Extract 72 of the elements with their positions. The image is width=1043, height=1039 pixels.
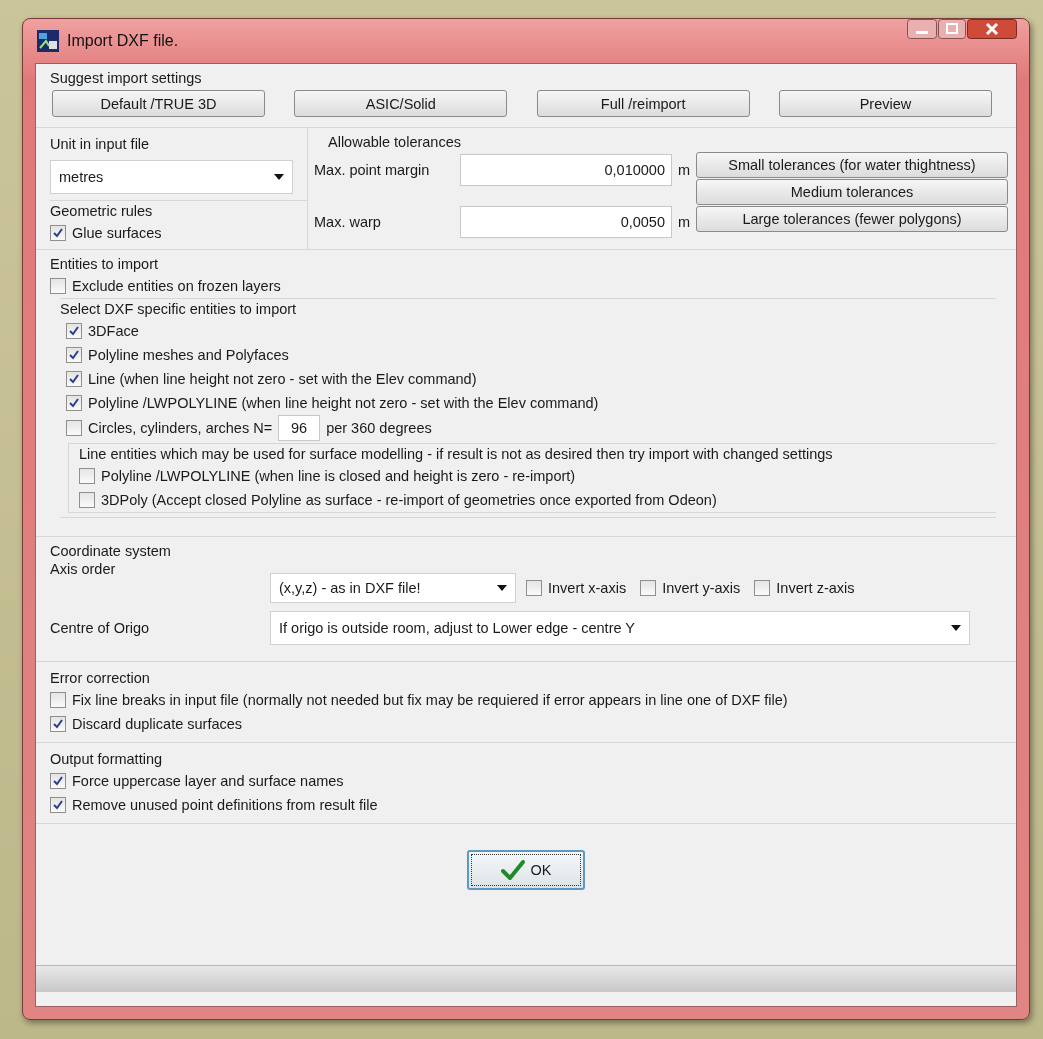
preset-button[interactable]: Preview bbox=[779, 90, 992, 117]
maximize-button[interactable] bbox=[938, 19, 966, 39]
field-label: Max. point margin bbox=[314, 162, 431, 178]
axis-order-dropdown[interactable]: (x,y,z) - as in DXF file! bbox=[270, 573, 516, 603]
field-label: Max. warp bbox=[314, 214, 382, 230]
section-label: Coordinate system bbox=[50, 542, 172, 561]
checkbox[interactable] bbox=[50, 773, 66, 789]
close-button[interactable] bbox=[967, 19, 1017, 39]
unit-dropdown[interactable]: metres bbox=[50, 160, 293, 194]
checkbox-label[interactable]: Invert y-axis bbox=[662, 576, 741, 600]
dropdown-arrow-icon bbox=[497, 585, 507, 591]
checkbox[interactable] bbox=[50, 692, 66, 708]
app-icon bbox=[37, 30, 59, 52]
section-label: Suggest import settings bbox=[50, 69, 203, 88]
checkbox-label[interactable]: Exclude entities on frozen layers bbox=[72, 274, 281, 298]
checkbox-label[interactable]: Line (when line height not zero - set with the Elev command) bbox=[88, 367, 477, 391]
checkbox-label[interactable]: Fix line breaks in input file (normally not needed but fix may be requiered if error appears in line one of DXF file) bbox=[72, 688, 788, 712]
checkbox[interactable] bbox=[79, 468, 95, 484]
checkbox[interactable] bbox=[79, 492, 95, 508]
input-field[interactable]: 0,010000 bbox=[460, 154, 672, 186]
checkbox[interactable] bbox=[50, 797, 66, 813]
checkbox-label[interactable]: Polyline meshes and Polyfaces bbox=[88, 343, 289, 367]
dropdown-arrow-icon bbox=[274, 174, 284, 180]
checkbox[interactable] bbox=[50, 716, 66, 732]
checkbox-label[interactable]: Glue surfaces bbox=[72, 221, 162, 245]
field-label: Centre of Origo bbox=[50, 620, 151, 636]
tolerance-button[interactable]: Small tolerances (for water thightness) bbox=[696, 152, 1008, 178]
checkbox[interactable] bbox=[50, 225, 66, 241]
checkbox-label[interactable]: Discard duplicate surfaces bbox=[72, 712, 243, 736]
checkbox[interactable] bbox=[66, 323, 82, 339]
section-label: Entities to import bbox=[50, 255, 159, 274]
tolerance-button[interactable]: Large tolerances (fewer polygons) bbox=[696, 206, 1008, 232]
tolerance-button[interactable]: Medium tolerances bbox=[696, 179, 1008, 205]
checkbox[interactable] bbox=[50, 278, 66, 294]
checkbox-label[interactable]: Polyline /LWPOLYLINE (when line height not zero - set with the Elev command) bbox=[88, 391, 599, 415]
section-label: Geometric rules bbox=[50, 202, 154, 221]
group-label: Select DXF specific entities to import bbox=[60, 300, 298, 319]
field-suffix: per 360 degrees bbox=[326, 419, 432, 438]
section-label: Output formatting bbox=[50, 750, 164, 769]
group-label: Line entities which may be used for surface modelling - if result is not as desired then try import with changed settings bbox=[79, 445, 834, 464]
section-label: Unit in input file bbox=[50, 135, 151, 154]
checkbox[interactable] bbox=[66, 420, 82, 436]
origin-dropdown[interactable]: If origo is outside room, adjust to Lower edge - centre Y bbox=[270, 611, 970, 645]
checkbox[interactable] bbox=[754, 580, 771, 596]
window-title: Import DXF file. bbox=[67, 32, 179, 50]
section-label: Allowable tolerances bbox=[327, 133, 462, 152]
checkbox-label[interactable]: Force uppercase layer and surface names bbox=[72, 769, 344, 793]
checkmark-icon bbox=[500, 860, 525, 880]
minimize-button[interactable] bbox=[907, 19, 937, 39]
checkbox-label[interactable]: Invert x-axis bbox=[548, 576, 627, 600]
field-label: Axis order bbox=[50, 561, 117, 577]
ok-button[interactable]: OK bbox=[467, 850, 585, 890]
input-field[interactable]: 96 bbox=[278, 415, 321, 441]
preset-button[interactable]: Default /TRUE 3D bbox=[52, 90, 265, 117]
checkbox[interactable] bbox=[66, 395, 82, 411]
unit-label: m bbox=[678, 214, 690, 230]
dropdown-arrow-icon bbox=[951, 625, 961, 631]
section-label: Error correction bbox=[50, 669, 151, 688]
checkbox[interactable] bbox=[640, 580, 657, 596]
checkbox-label[interactable]: Invert z-axis bbox=[776, 576, 855, 600]
checkbox-label[interactable]: Remove unused point definitions from result file bbox=[72, 793, 378, 817]
checkbox-label[interactable]: Polyline /LWPOLYLINE (when line is closed and height is zero - re-import) bbox=[101, 464, 576, 488]
checkbox[interactable] bbox=[66, 347, 82, 363]
checkbox-label[interactable]: Circles, cylinders, arches N= bbox=[88, 416, 273, 440]
checkbox-label[interactable]: 3DFace bbox=[88, 319, 139, 343]
checkbox-label[interactable]: 3DPoly (Accept closed Polyline as surface - re-import of geometries once exported from Odeon) bbox=[101, 488, 717, 512]
preset-button[interactable]: ASIC/Solid bbox=[294, 90, 508, 117]
preset-button[interactable]: Full /reimport bbox=[536, 90, 750, 117]
unit-label: m bbox=[678, 162, 690, 178]
input-field[interactable]: 0,0050 bbox=[460, 206, 672, 238]
checkbox[interactable] bbox=[66, 371, 82, 387]
checkbox[interactable] bbox=[526, 580, 542, 596]
